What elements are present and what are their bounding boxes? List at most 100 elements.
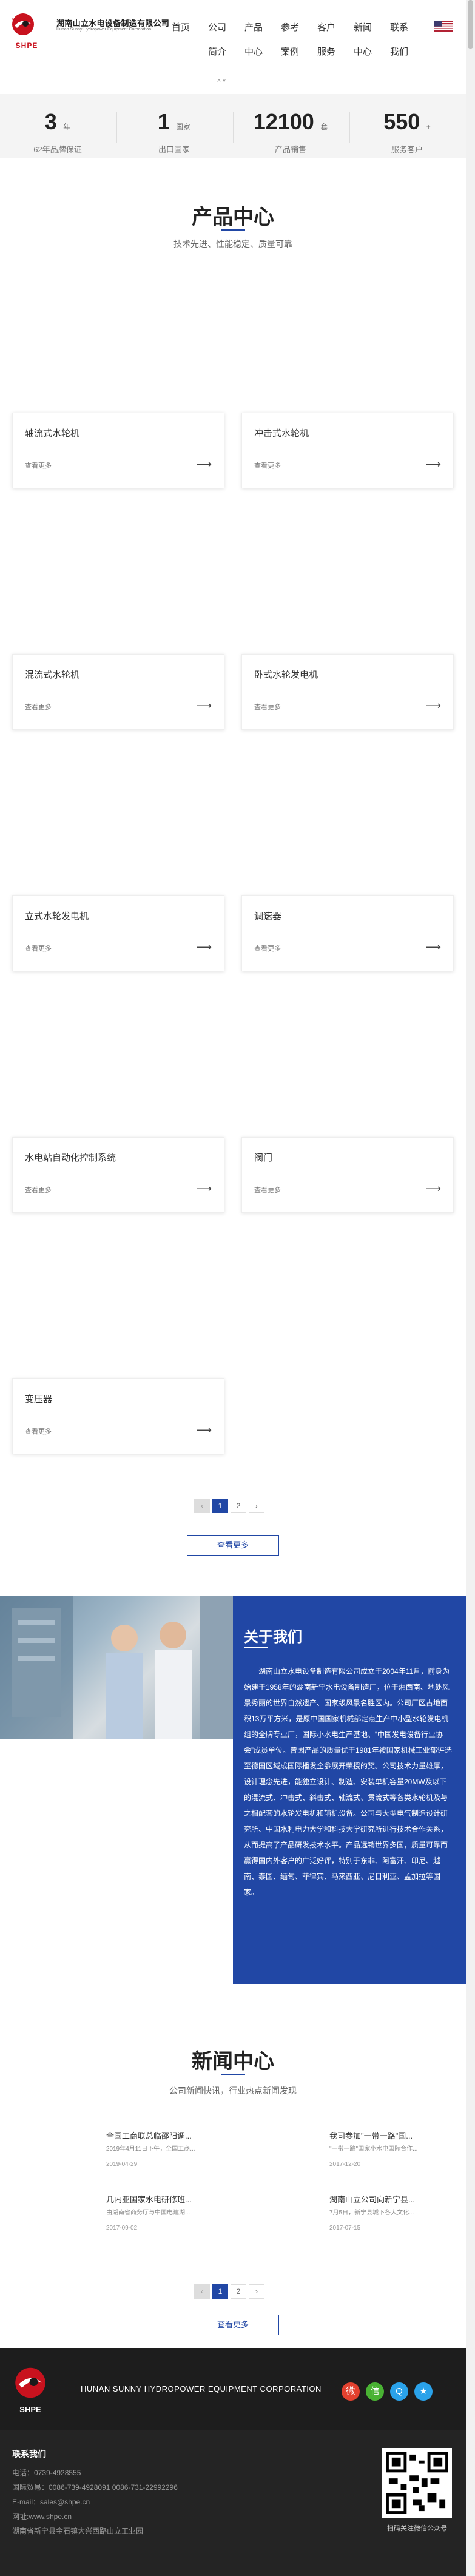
product-card[interactable]: 冲击式水轮机 查看更多 ⟶ (241, 413, 454, 488)
product-name[interactable]: 冲击式水轮机 (254, 427, 309, 439)
news-title-link[interactable]: 全国工商联总临邵阳调... (106, 2129, 227, 2141)
product-more-link[interactable]: 查看更多 (254, 460, 281, 470)
about-photo (0, 1596, 233, 1739)
nav-contact[interactable]: 联系 (384, 21, 414, 33)
arrow-right-icon[interactable]: ⟶ (196, 941, 212, 954)
workers-photo-illustration (0, 1596, 233, 1739)
product-card[interactable]: 卧式水轮发电机 查看更多 ⟶ (241, 654, 454, 730)
product-more-link[interactable]: 查看更多 (25, 1426, 52, 1436)
arrow-right-icon[interactable]: ⟶ (196, 1424, 212, 1437)
nav-products[interactable]: 产品 (238, 21, 269, 33)
news-item[interactable]: 全国工商联总临邵阳调... 2019年4月11日下午，全国工商... 2019-… (106, 2129, 227, 2168)
favorite-icon[interactable]: ★ (414, 2382, 433, 2401)
footer-logo-text: SHPE (19, 2405, 41, 2414)
page-1-button[interactable]: 1 (212, 1499, 228, 1513)
news-title-link[interactable]: 几内亚国家水电研修班... (106, 2193, 227, 2205)
title-underline (221, 229, 245, 231)
product-name[interactable]: 混流式水轮机 (25, 668, 79, 681)
news-item[interactable]: 湖南山立公司向新宁县... 7月5日，新宁县城下各大文化... 2017-07-… (329, 2193, 451, 2231)
arrow-right-icon[interactable]: ⟶ (425, 700, 441, 712)
stat-number: 3 (44, 109, 57, 134)
news-more-button[interactable]: 查看更多 (187, 2315, 279, 2335)
product-more-link[interactable]: 查看更多 (25, 1185, 52, 1195)
us-flag-icon[interactable] (434, 21, 453, 32)
product-card[interactable]: 立式水轮发电机 查看更多 ⟶ (12, 895, 224, 971)
news-desc: "一带一路"国家小水电国际合作... (329, 2146, 418, 2153)
about-title: 关于我们 (244, 1629, 302, 1645)
product-name[interactable]: 调速器 (254, 909, 281, 922)
page-2-button[interactable]: 2 (231, 2284, 246, 2299)
slider-toggle-icon[interactable]: ˄ ˅ (217, 78, 226, 84)
stat-unit: 套 (320, 123, 328, 131)
contact-email[interactable]: E-mail：sales@shpe.cn (12, 2497, 90, 2507)
arrow-right-icon[interactable]: ⟶ (425, 458, 441, 471)
nav-news-sub[interactable]: 中心 (348, 45, 378, 58)
footer-logo[interactable]: SHPE (12, 2366, 55, 2415)
scrollbar-track[interactable] (466, 0, 475, 2576)
product-more-link[interactable]: 查看更多 (25, 460, 52, 470)
title-underline (244, 1647, 268, 1648)
products-pagination: ‹ 1 2 › (0, 1499, 466, 1513)
news-title-link[interactable]: 我司参加"一带一路"国... (329, 2129, 451, 2141)
arrow-right-icon[interactable]: ⟶ (196, 458, 212, 471)
wechat-icon[interactable]: 信 (366, 2382, 384, 2401)
qr-code-icon (386, 2452, 448, 2514)
nav-contact-sub[interactable]: 我们 (384, 45, 414, 58)
nav-reference[interactable]: 参考 (275, 21, 305, 33)
nav-products-sub[interactable]: 中心 (238, 45, 269, 58)
news-title-link[interactable]: 湖南山立公司向新宁县... (329, 2193, 451, 2205)
product-name[interactable]: 水电站自动化控制系统 (25, 1151, 116, 1164)
nav-customer[interactable]: 客户 (311, 21, 342, 33)
stat-customers: 550 + 服务客户 (349, 109, 465, 154)
qq-icon[interactable]: Q (390, 2382, 408, 2401)
product-card[interactable]: 水电站自动化控制系统 查看更多 ⟶ (12, 1137, 224, 1213)
nav-customer-sub[interactable]: 服务 (311, 45, 342, 58)
news-date: 2017-09-02 (106, 2225, 138, 2231)
product-card[interactable]: 变压器 查看更多 ⟶ (12, 1378, 224, 1454)
product-card[interactable]: 调速器 查看更多 ⟶ (241, 895, 454, 971)
product-name[interactable]: 变压器 (25, 1392, 52, 1405)
arrow-right-icon[interactable]: ⟶ (425, 1182, 441, 1195)
nav-home[interactable]: 首页 (166, 21, 196, 33)
next-page-button[interactable]: › (249, 1499, 264, 1513)
scrollbar-thumb[interactable] (468, 0, 473, 49)
arrow-right-icon[interactable]: ⟶ (196, 1182, 212, 1195)
news-item[interactable]: 几内亚国家水电研修班... 由湖南省商务厅与中国电建湖... 2017-09-0… (106, 2193, 227, 2231)
news-item[interactable]: 我司参加"一带一路"国... "一带一路"国家小水电国际合作... 2017-1… (329, 2129, 451, 2168)
product-name[interactable]: 阀门 (254, 1151, 272, 1164)
product-more-link[interactable]: 查看更多 (25, 702, 52, 712)
stat-number: 550 (383, 109, 420, 134)
product-card[interactable]: 混流式水轮机 查看更多 ⟶ (12, 654, 224, 730)
site-header: SHPE 湖南山立水电设备制造有限公司 Hunan Sunny Hydropow… (0, 0, 466, 70)
page-2-button[interactable]: 2 (231, 1499, 246, 1513)
nav-reference-sub[interactable]: 案例 (275, 45, 305, 58)
footer-top: SHPE HUNAN SUNNY HYDROPOWER EQUIPMENT CO… (0, 2348, 466, 2430)
product-more-link[interactable]: 查看更多 (25, 943, 52, 953)
arrow-right-icon[interactable]: ⟶ (196, 700, 212, 712)
product-more-link[interactable]: 查看更多 (254, 1185, 281, 1195)
company-name-en: Hunan Sunny Hydropower Equipment Corpora… (56, 27, 152, 32)
arrow-right-icon[interactable]: ⟶ (425, 941, 441, 954)
nav-company[interactable]: 公司 (202, 21, 232, 33)
product-more-link[interactable]: 查看更多 (254, 702, 281, 712)
company-logo[interactable]: SHPE (11, 12, 37, 50)
contact-website[interactable]: 网址:www.shpe.cn (12, 2511, 72, 2521)
prev-page-button[interactable]: ‹ (194, 1499, 210, 1513)
stat-label: 服务客户 (391, 145, 423, 154)
product-card[interactable]: 阀门 查看更多 ⟶ (241, 1137, 454, 1213)
next-page-button[interactable]: › (249, 2284, 264, 2299)
nav-company-sub[interactable]: 简介 (202, 45, 232, 58)
product-card[interactable]: 轴流式水轮机 查看更多 ⟶ (12, 413, 224, 488)
product-name[interactable]: 立式水轮发电机 (25, 909, 89, 922)
product-more-link[interactable]: 查看更多 (254, 943, 281, 953)
product-name[interactable]: 轴流式水轮机 (25, 427, 79, 439)
nav-news[interactable]: 新闻 (348, 21, 378, 33)
about-panel: 关于我们 湖南山立水电设备制造有限公司成立于2004年11月，前身为始建于195… (233, 1596, 466, 1984)
prev-page-button[interactable]: ‹ (194, 2284, 210, 2299)
weibo-icon[interactable]: 微 (342, 2382, 360, 2401)
products-more-button[interactable]: 查看更多 (187, 1535, 279, 1556)
product-name[interactable]: 卧式水轮发电机 (254, 668, 318, 681)
contact-phone: 电话：0739-4928555 (12, 2469, 81, 2477)
wechat-qr-code (382, 2448, 452, 2518)
page-1-button[interactable]: 1 (212, 2284, 228, 2299)
